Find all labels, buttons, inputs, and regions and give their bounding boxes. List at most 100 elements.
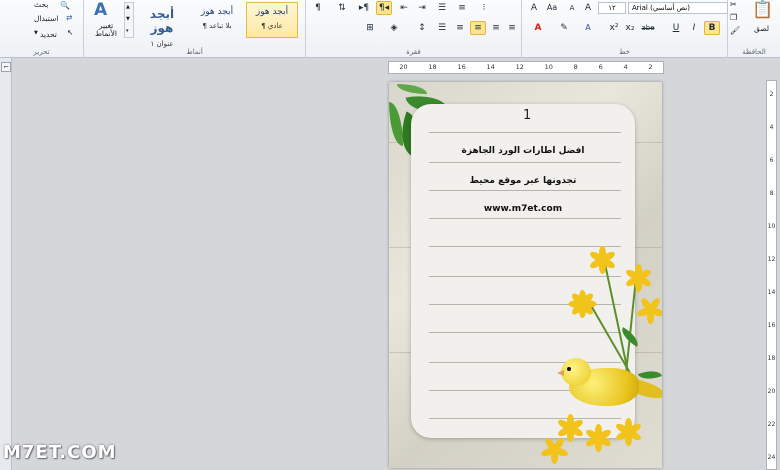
gallery-more-icon[interactable]: ▾: [126, 28, 129, 34]
format-painter-icon[interactable]: 🖌: [730, 26, 740, 35]
font-group-label: خط: [619, 48, 630, 56]
style-no-spacing[interactable]: أبجد هوز ¶ بلا تباعد: [191, 2, 243, 38]
ruler-tick-label: 8: [769, 190, 774, 197]
select-button[interactable]: تحديد: [40, 30, 57, 39]
numbering-icon[interactable]: ≡: [454, 1, 470, 15]
text-effects-icon[interactable]: A: [580, 21, 596, 35]
document-line-3[interactable]: www.m7et.com: [411, 204, 635, 214]
styles-group: A تغيير الأنماط ▲ ▼ ▾ أبجد هوز عنوان ١ أ…: [84, 0, 306, 58]
ruler-tick-label: 10: [544, 63, 553, 71]
document-line-2[interactable]: تجدونها عبر موقع محيط: [411, 176, 635, 186]
ruled-line: [429, 190, 621, 191]
leaf-decoration: [389, 102, 403, 146]
shrink-font-button[interactable]: A: [564, 1, 580, 15]
gallery-down-icon[interactable]: ▼: [126, 16, 130, 22]
page-number: 1: [523, 108, 532, 123]
font-color-button[interactable]: A: [530, 21, 546, 35]
vertical-ruler-numbers: 2 4 6 8 10 12 14 16 18 20 22 24: [767, 91, 776, 461]
multilevel-list-icon[interactable]: ☰: [434, 1, 450, 15]
horizontal-ruler[interactable]: 20 18 16 14 12 10 8 6 4 2: [388, 61, 664, 74]
style-heading1-sample: أبجد هوز: [149, 7, 175, 35]
superscript-button[interactable]: x²: [606, 21, 622, 35]
rtl-align-button[interactable]: ≡: [504, 21, 520, 35]
ruled-line: [429, 362, 621, 363]
style-normal[interactable]: أبجد هوز ¶ عادي: [246, 2, 298, 38]
paste-button[interactable]: لصق: [754, 24, 769, 33]
align-center-button[interactable]: ≡: [470, 21, 486, 35]
align-right-button[interactable]: ≡: [488, 21, 504, 35]
change-case-button[interactable]: Aa: [544, 1, 560, 15]
bird-eye-decoration: [567, 367, 571, 371]
borders-icon[interactable]: ⊞: [362, 21, 378, 35]
font-size-field[interactable]: ١٢: [598, 2, 626, 14]
ruler-tick-label: 4: [769, 124, 774, 131]
paragraph-group: ¶ ⇅ ▸¶ ¶◂ ⇤ ⇥ ☰ ≡ ⁝ ⊞ ◈ ↕ ☰ ≡ ≡ ≡ ≡ فقرة: [306, 0, 522, 58]
ruler-tick-label: 16: [457, 63, 466, 71]
cut-icon[interactable]: ✂: [730, 0, 737, 9]
gallery-up-icon[interactable]: ▲: [126, 4, 130, 10]
change-styles-button[interactable]: تغيير الأنماط: [89, 22, 123, 38]
underline-button[interactable]: U: [668, 21, 684, 35]
bold-button[interactable]: B: [704, 21, 720, 35]
ruler-tick-label: 20: [399, 63, 408, 71]
ltr-button[interactable]: ▸¶: [356, 1, 372, 15]
find-button[interactable]: بحث: [34, 0, 48, 9]
ruler-tick-label: 18: [767, 355, 776, 362]
ruled-line: [429, 162, 621, 163]
rtl-button[interactable]: ¶◂: [376, 1, 392, 15]
tab-selector-button[interactable]: ⌐: [1, 62, 11, 72]
highlight-icon[interactable]: ✎: [556, 21, 572, 35]
ribbon: 🔍 بحث ⇄ استبدال ↖ تحديد ▼ تحرير A تغيير …: [0, 0, 780, 58]
ruler-tick-label: 8: [573, 63, 578, 71]
ruler-tick-label: 12: [515, 63, 524, 71]
style-heading1[interactable]: أبجد هوز عنوان ١: [136, 2, 188, 48]
grow-font-button[interactable]: A: [580, 1, 596, 15]
italic-button[interactable]: I: [686, 21, 702, 35]
justify-button[interactable]: ☰: [434, 21, 450, 35]
ruled-line: [429, 218, 621, 219]
replace-icon: ⇄: [66, 13, 73, 22]
editing-group-label: تحرير: [33, 48, 50, 56]
ruler-tick-label: 14: [767, 289, 776, 296]
clipboard-group: ✂ ❐ 🖌 📋 لصق الحافظة: [728, 0, 780, 58]
ruled-line: [429, 132, 621, 133]
find-icon: 🔍: [60, 1, 70, 10]
paragraph-group-label: فقرة: [406, 48, 421, 56]
replace-button[interactable]: استبدال: [34, 14, 58, 23]
sort-button[interactable]: ⇅: [334, 1, 350, 15]
show-marks-button[interactable]: ¶: [310, 1, 326, 15]
document-line-1[interactable]: افضل اطارات الورد الجاهزة: [411, 146, 635, 156]
clipboard-group-label: الحافظة: [742, 48, 766, 56]
document-page[interactable]: افضل اطارات الورد الجاهزة تجدونها عبر مو…: [389, 82, 662, 468]
subscript-button[interactable]: x₂: [622, 21, 638, 35]
bird-beak-decoration: [557, 370, 564, 376]
font-group: A Aa A A ١٢ Arial (نص أساسي) A ✎ A x² x₂…: [522, 0, 728, 58]
style-normal-name: ¶ عادي: [261, 22, 283, 30]
vertical-ruler[interactable]: 2 4 6 8 10 12 14 16 18 20 22 24: [766, 80, 777, 470]
leaf-decoration: [397, 84, 427, 94]
bird-decoration: [561, 358, 591, 386]
ruler-tick-label: 12: [767, 256, 776, 263]
bullets-icon[interactable]: ⁝: [476, 1, 492, 15]
select-icon: ↖: [67, 28, 74, 37]
align-left-button[interactable]: ≡: [452, 21, 468, 35]
line-spacing-icon[interactable]: ↕: [414, 21, 430, 35]
ruler-tick-label: 10: [767, 223, 776, 230]
styles-group-label: أنماط: [186, 48, 203, 56]
ruler-tick-label: 2: [769, 91, 774, 98]
ruler-tick-label: 6: [769, 157, 774, 164]
style-no-spacing-name: ¶ بلا تباعد: [202, 22, 232, 30]
increase-indent-button[interactable]: ⇥: [414, 1, 430, 15]
ruler-tick-label: 4: [623, 63, 628, 71]
shading-icon[interactable]: ◈: [386, 21, 402, 35]
styles-gallery-scroll[interactable]: ▲ ▼ ▾: [124, 2, 134, 38]
paste-icon[interactable]: 📋: [752, 0, 773, 20]
copy-icon[interactable]: ❐: [730, 13, 737, 22]
select-dropdown-icon[interactable]: ▼: [34, 30, 38, 36]
strikethrough-button[interactable]: abe: [640, 21, 656, 35]
clear-formatting-icon[interactable]: A: [526, 1, 542, 15]
ruler-tick-label: 6: [598, 63, 603, 71]
font-name-field[interactable]: Arial (نص أساسي): [628, 2, 728, 14]
decrease-indent-button[interactable]: ⇤: [396, 1, 412, 15]
style-heading1-name: عنوان ١: [150, 40, 174, 48]
